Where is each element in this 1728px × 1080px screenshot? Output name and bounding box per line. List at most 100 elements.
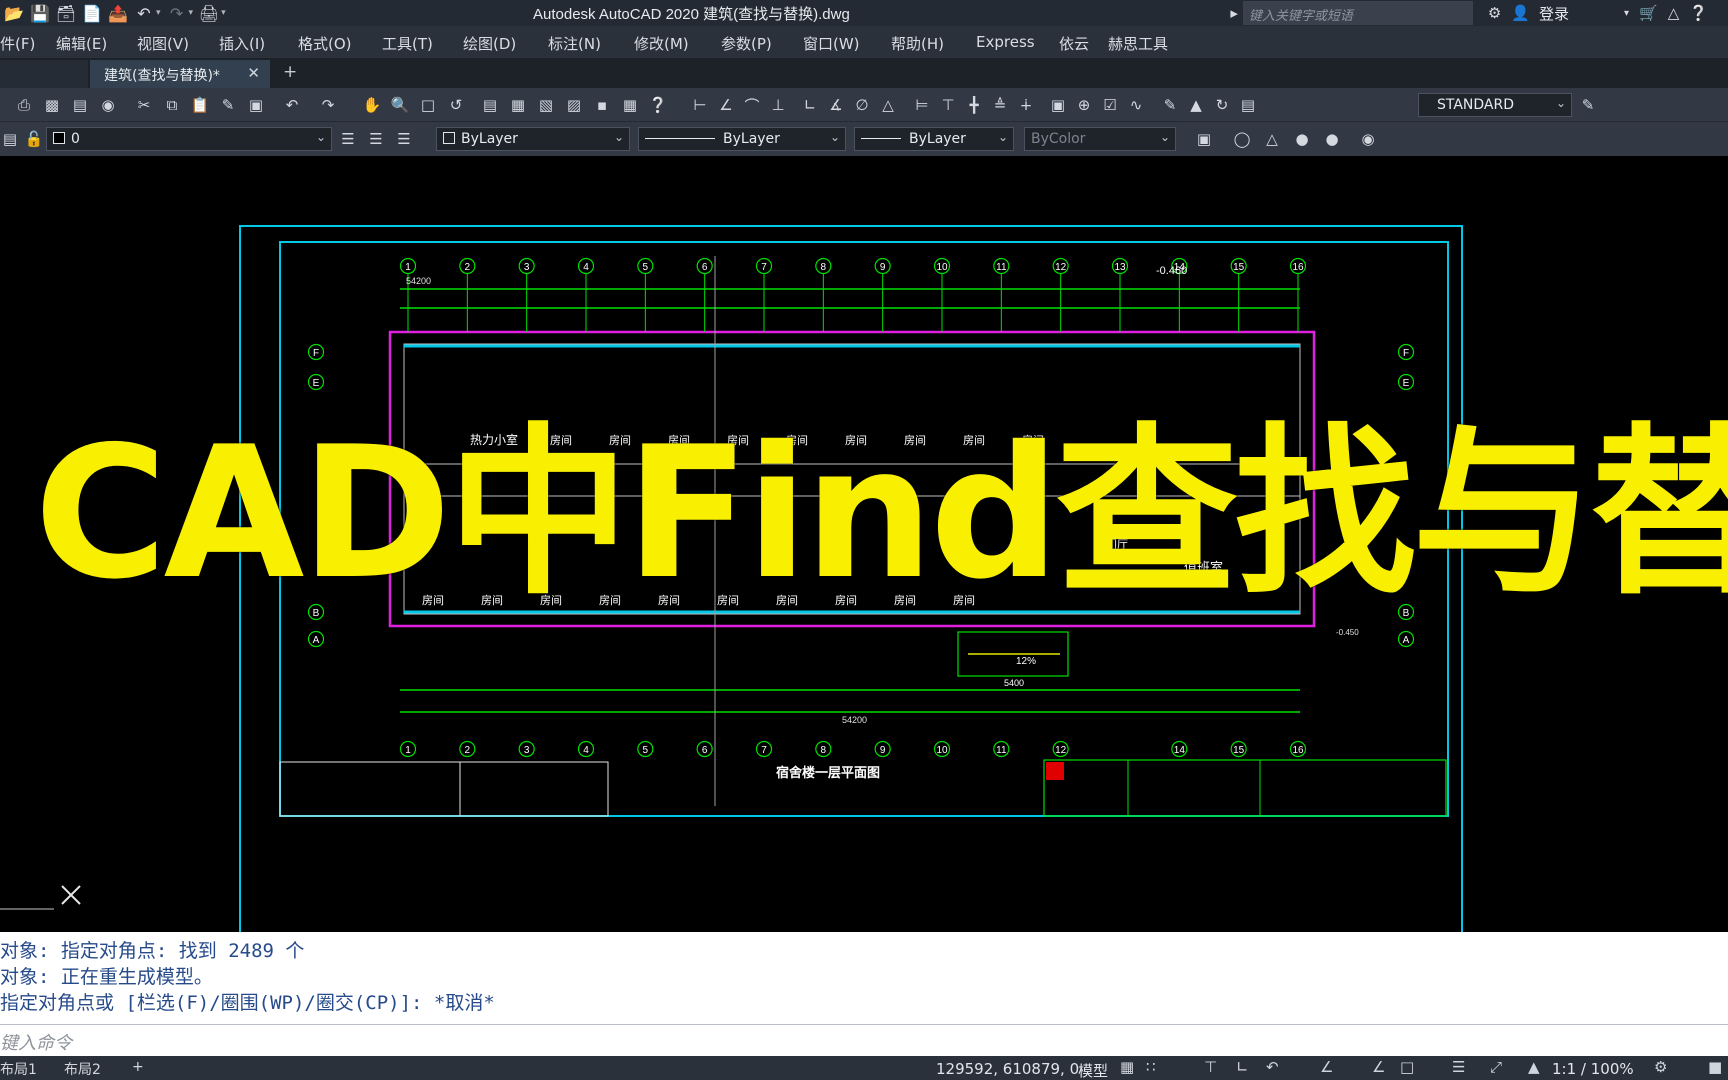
continue-dimension-icon[interactable]: ╋ xyxy=(964,95,984,115)
menu-window[interactable]: 窗口(W) xyxy=(803,33,860,54)
layer-select[interactable]: 0 ⌄ xyxy=(46,127,332,151)
undo-icon[interactable]: ↶ xyxy=(282,95,302,115)
lineweight-select[interactable]: ByLayer ⌄ xyxy=(854,127,1014,151)
dimension-break-icon[interactable]: ∔ xyxy=(1016,95,1036,115)
color-select[interactable]: ByLayer ⌄ xyxy=(436,127,630,151)
new-tab-icon[interactable]: + xyxy=(283,62,297,82)
menu-draw[interactable]: 绘图(D) xyxy=(463,33,516,54)
qat-customize-icon[interactable]: ▾ xyxy=(221,8,226,18)
realistic-style-icon[interactable]: ● xyxy=(1292,129,1312,149)
tab-drawing[interactable]: 建筑(查找与替换)* ✕ xyxy=(90,60,270,88)
menu-view[interactable]: 视图(V) xyxy=(137,33,189,54)
selection-cycling-icon[interactable]: ⤢ xyxy=(1490,1058,1502,1076)
search-expand-icon[interactable]: ▸ xyxy=(1230,4,1238,22)
menu-yiyun[interactable]: 依云 xyxy=(1059,33,1089,54)
menu-dimension[interactable]: 标注(N) xyxy=(548,33,601,54)
object-snap-icon[interactable]: □ xyxy=(1400,1058,1414,1076)
lock-icon[interactable]: 🔓 xyxy=(24,129,44,149)
center-mark-icon[interactable]: ⊕ xyxy=(1074,95,1094,115)
jogged-linear-icon[interactable]: ∿ xyxy=(1126,95,1146,115)
text-style-manager-icon[interactable]: ✎ xyxy=(1578,95,1598,115)
angular-dimension-icon[interactable]: △ xyxy=(878,95,898,115)
aligned-dimension-icon[interactable]: ∠ xyxy=(716,95,736,115)
publish-icon[interactable]: ▤ xyxy=(70,95,90,115)
block-editor-icon[interactable]: ▣ xyxy=(246,95,266,115)
add-layout-icon[interactable]: + xyxy=(132,1059,144,1075)
menu-edit[interactable]: 编辑(E) xyxy=(56,33,107,54)
menu-file[interactable]: 件(F) xyxy=(0,33,35,54)
login-dropdown-icon[interactable]: ▾ xyxy=(1624,8,1629,19)
menu-help[interactable]: 帮助(H) xyxy=(891,33,944,54)
tab-layout2[interactable]: 布局2 xyxy=(64,1059,101,1079)
grid-icon[interactable]: ▦ xyxy=(1120,1058,1134,1076)
sheet-set-icon[interactable]: ▨ xyxy=(564,95,584,115)
dimension-style-icon[interactable]: ▤ xyxy=(1238,95,1258,115)
inspection-icon[interactable]: ☑ xyxy=(1100,95,1120,115)
layer-state-icon[interactable]: ▤ xyxy=(0,129,20,149)
layer-previous-icon[interactable]: ☰ xyxy=(366,129,386,149)
user-icon[interactable]: 👤 xyxy=(1511,4,1530,22)
tab-layout1[interactable]: 布局1 xyxy=(0,1059,37,1079)
menu-hesi-tools[interactable]: 赫思工具 xyxy=(1108,33,1168,54)
markup-icon[interactable]: ▪ xyxy=(592,95,612,115)
calculator-icon[interactable]: ▦ xyxy=(620,95,640,115)
redo-icon[interactable]: ↷ xyxy=(318,95,338,115)
2d-wireframe-icon[interactable]: ◯ xyxy=(1232,129,1252,149)
isometric-icon[interactable]: ∠ xyxy=(1320,1058,1333,1076)
infer-constraints-icon[interactable]: ⊤ xyxy=(1204,1058,1217,1076)
menu-insert[interactable]: 插入(I) xyxy=(219,33,265,54)
layer-states-icon[interactable]: ☰ xyxy=(394,129,414,149)
dimension-space-icon[interactable]: ≜ xyxy=(990,95,1010,115)
open-icon[interactable]: 📂 xyxy=(4,3,24,23)
start-tab[interactable] xyxy=(0,60,88,88)
help-icon[interactable]: ❔ xyxy=(648,95,668,115)
pan-icon[interactable]: ✋ xyxy=(362,95,382,115)
arc-length-icon[interactable]: ⌒ xyxy=(742,95,762,115)
redo-icon[interactable]: ↷ xyxy=(167,3,187,23)
dimension-text-edit-icon[interactable]: ▲ xyxy=(1186,95,1206,115)
properties-icon[interactable]: ▤ xyxy=(480,95,500,115)
lineweight-icon[interactable]: ☰ xyxy=(1452,1058,1465,1076)
customization-icon[interactable]: ■ xyxy=(1708,1058,1722,1076)
login-link[interactable]: 登录 xyxy=(1539,3,1569,24)
polar-tracking-icon[interactable]: ↶ xyxy=(1266,1058,1279,1076)
redo-dropdown-icon[interactable]: ▾ xyxy=(189,8,194,18)
ortho-icon[interactable]: ∟ xyxy=(1236,1058,1249,1076)
model-space-toggle[interactable]: 模型 xyxy=(1078,1060,1108,1080)
conceptual-style-icon[interactable]: ● xyxy=(1322,129,1342,149)
export-icon[interactable]: 📤 xyxy=(108,3,128,23)
osnap-tracking-icon[interactable]: ∠ xyxy=(1372,1058,1385,1076)
help-search-input[interactable]: 键入关键字或短语 xyxy=(1242,1,1473,25)
snap-icon[interactable]: ∷ xyxy=(1146,1058,1156,1076)
help-icon[interactable]: ❔ xyxy=(1689,4,1708,22)
cut-icon[interactable]: ✂ xyxy=(134,95,154,115)
menu-format[interactable]: 格式(O) xyxy=(298,33,352,54)
plot-preview-icon[interactable]: ▩ xyxy=(42,95,62,115)
publish-icon[interactable]: 📄 xyxy=(82,3,102,23)
menu-parametric[interactable]: 参数(P) xyxy=(721,33,772,54)
save-as-icon[interactable]: 🗃 xyxy=(56,3,76,23)
tool-palettes-icon[interactable]: ▧ xyxy=(536,95,556,115)
annotation-scale-value[interactable]: 1:1 / 100% xyxy=(1552,1060,1634,1078)
match-properties-icon[interactable]: ✎ xyxy=(218,95,238,115)
text-style-select[interactable]: STANDARD ⌄ xyxy=(1418,93,1572,117)
3d-wireframe-icon[interactable]: △ xyxy=(1262,129,1282,149)
close-tab-icon[interactable]: ✕ xyxy=(247,64,260,82)
cart-icon[interactable]: 🛒 xyxy=(1639,4,1658,22)
ordinate-dimension-icon[interactable]: ⊥ xyxy=(768,95,788,115)
zoom-realtime-icon[interactable]: 🔍 xyxy=(390,95,410,115)
save-icon[interactable]: 💾 xyxy=(30,3,50,23)
copy-icon[interactable]: ⧉ xyxy=(162,95,182,115)
menu-tools[interactable]: 工具(T) xyxy=(382,33,433,54)
quick-dimension-icon[interactable]: ⊨ xyxy=(912,95,932,115)
diameter-dimension-icon[interactable]: ∅ xyxy=(852,95,872,115)
linetype-select[interactable]: ByLayer ⌄ xyxy=(638,127,846,151)
plot-icon[interactable]: ⎙ xyxy=(14,95,34,115)
visual-style-manager-icon[interactable]: ◉ xyxy=(1358,129,1378,149)
jogged-dimension-icon[interactable]: ∡ xyxy=(826,95,846,115)
undo-icon[interactable]: ↶ xyxy=(134,3,154,23)
menu-express[interactable]: Express xyxy=(976,33,1035,51)
paste-icon[interactable]: 📋 xyxy=(190,95,210,115)
annotation-scale-icon[interactable]: ▲ xyxy=(1528,1058,1540,1076)
dimension-update-icon[interactable]: ↻ xyxy=(1212,95,1232,115)
